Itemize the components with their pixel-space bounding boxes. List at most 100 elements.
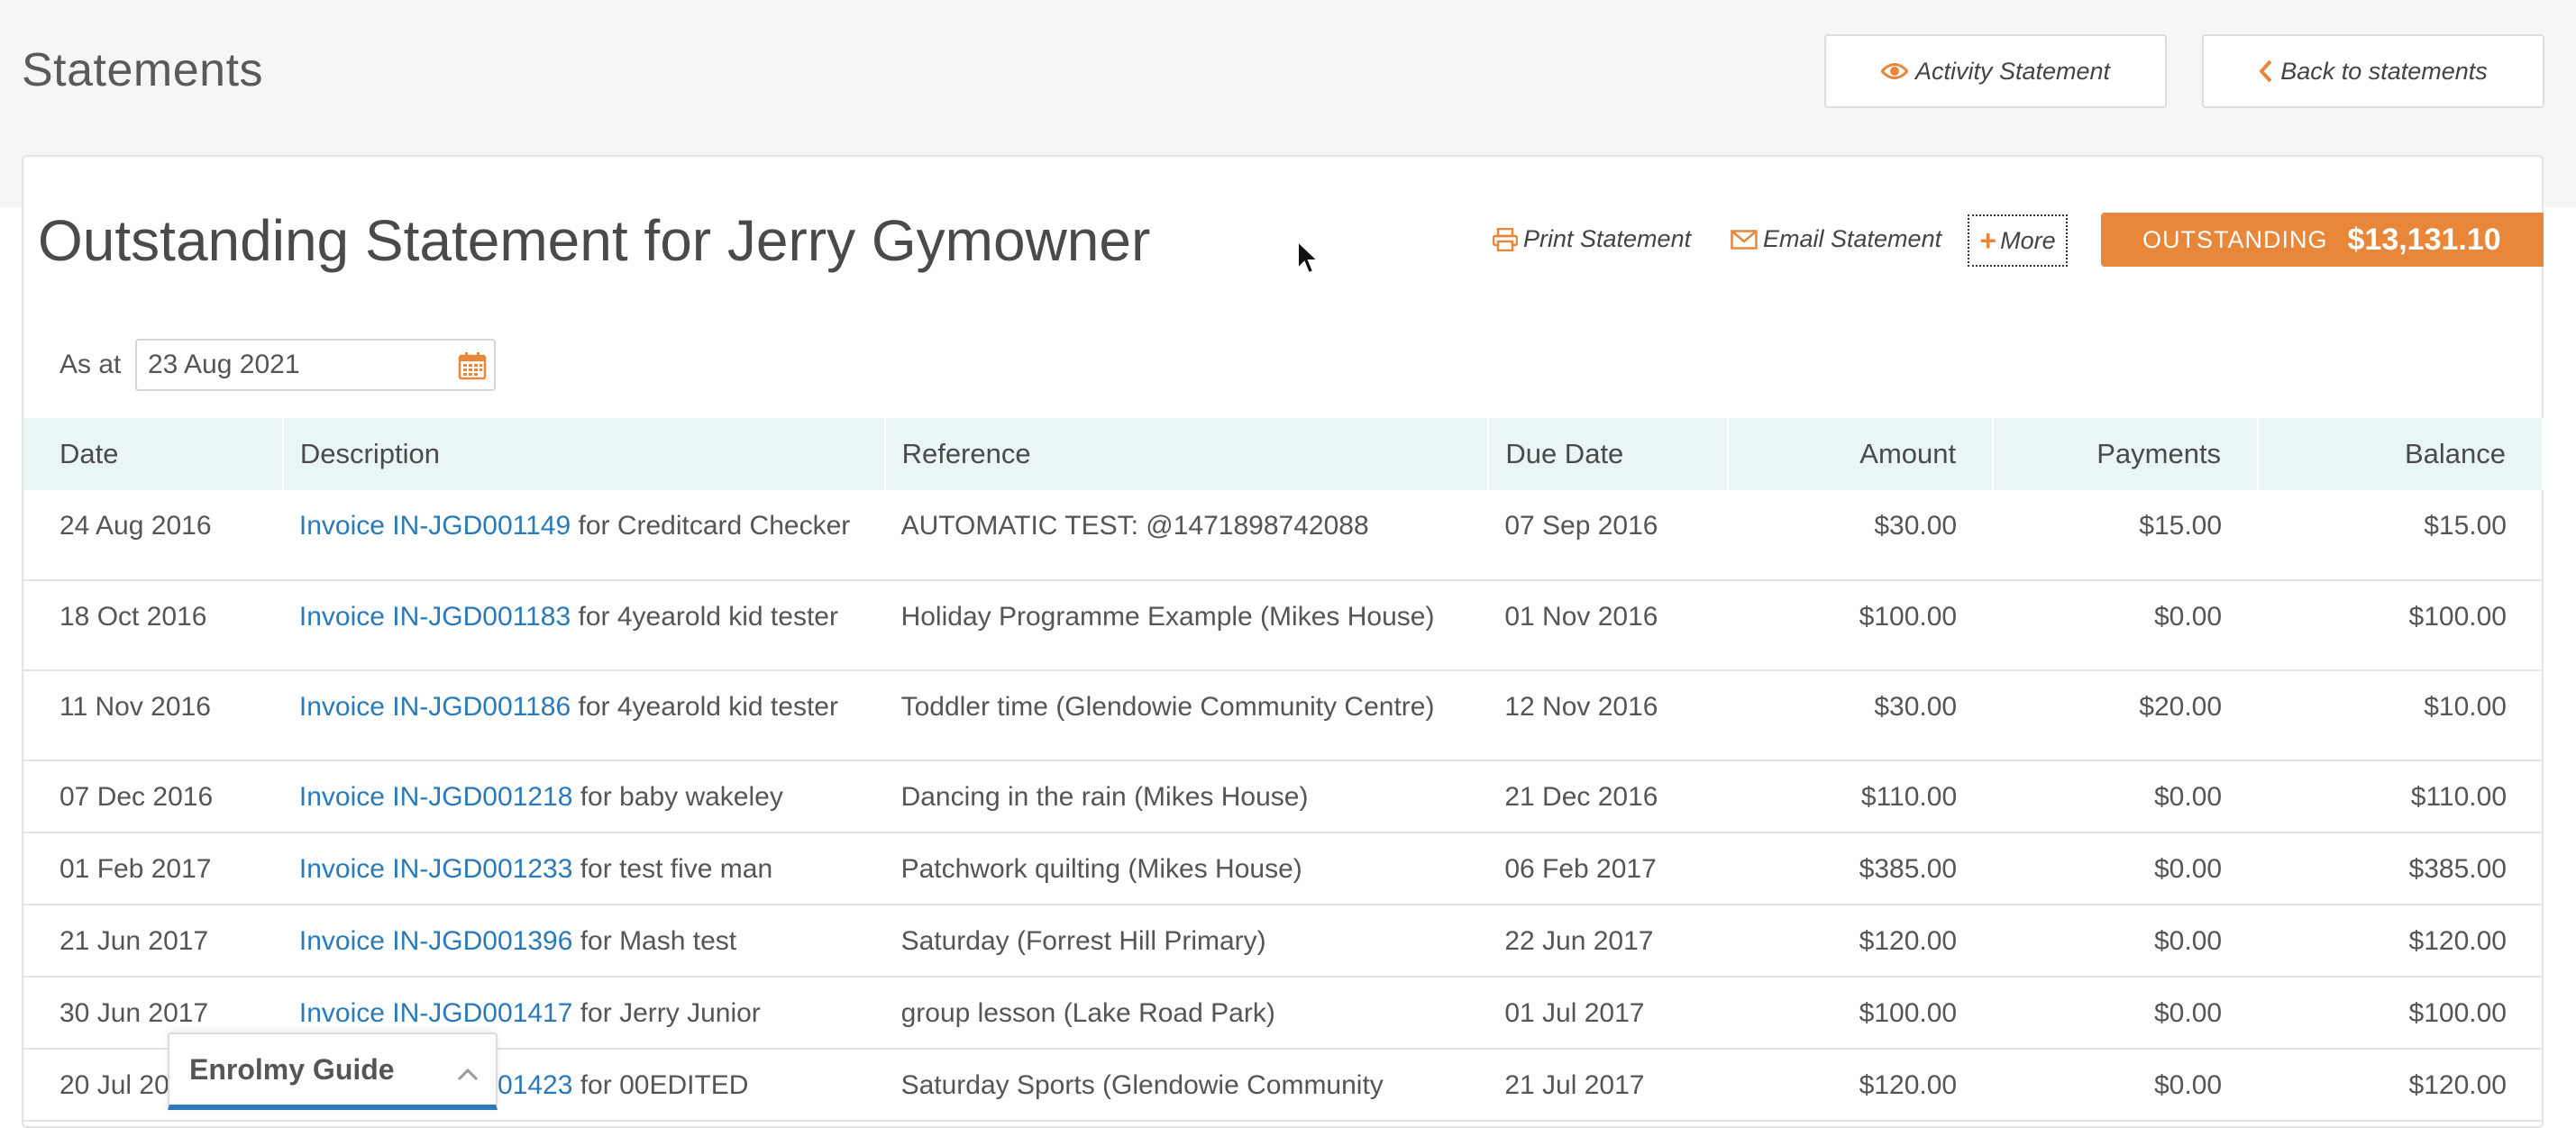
row-reference: Saturday Sports (Glendowie Community [884,1049,1489,1122]
row-description: Invoice IN-JGD001233 for test five man [282,832,885,905]
column-header-amount[interactable]: Amount [1728,418,1995,490]
row-balance: $120.00 [2258,905,2543,978]
row-amount: $110.00 [1728,760,1994,833]
row-balance: $110.00 [2258,760,2543,833]
row-amount: $385.00 [1728,832,1994,905]
column-header-description[interactable]: Description [282,418,886,490]
row-description-text: for 4yearold kid tester [571,692,838,722]
back-to-statements-button[interactable]: Back to statements [2202,34,2544,108]
invoice-link[interactable]: Invoice IN-JGD001233 [299,854,573,884]
row-description-text: for Jerry Junior [572,998,761,1028]
table-row: 21 Jun 2017 Invoice IN-JGD001396 for Mas… [23,905,2543,978]
row-due-date: 01 Jul 2017 [1488,977,1729,1050]
row-reference: Holiday Programme Example (Mikes House) [884,580,1489,671]
invoice-link[interactable]: Invoice IN-JGD001417 [299,998,573,1028]
mouse-cursor-icon [1296,239,1320,280]
column-header-reference[interactable]: Reference [884,418,1490,490]
invoice-link[interactable]: Invoice IN-JGD001218 [299,782,573,812]
column-header-payments[interactable]: Payments [1993,418,2260,490]
row-payments: $0.00 [1993,580,2259,671]
table-header-row: Date Description Reference Due Date Amou… [23,418,2544,490]
row-description-text: for Creditcard Checker [571,511,851,541]
row-balance: $100.00 [2258,977,2543,1050]
more-label: More [2000,226,2056,254]
row-due-date: 22 Jun 2017 [1488,905,1729,978]
print-statement-link[interactable]: Print Statement [1493,225,1691,253]
row-description-text: for test five man [572,854,773,884]
outstanding-label: OUTSTANDING [2142,225,2328,253]
row-description-text: for 00EDITED [572,1070,749,1100]
column-header-due-date[interactable]: Due Date [1488,418,1730,490]
outstanding-amount: $13,131.10 [2347,222,2501,257]
as-at-date-input[interactable]: 23 Aug 2021 [135,339,496,391]
row-due-date: 01 Nov 2016 [1488,580,1729,671]
row-payments: $20.00 [1993,670,2259,761]
page-title: Statements [22,44,264,96]
column-header-balance[interactable]: Balance [2258,418,2544,490]
row-amount: $30.00 [1728,670,1994,761]
row-date: 01 Feb 2017 [23,832,283,905]
row-payments: $0.00 [1993,977,2259,1050]
table-row: 18 Oct 2016 Invoice IN-JGD001183 for 4ye… [23,580,2543,671]
row-reference: Toddler time (Glendowie Community Centre… [884,670,1489,761]
row-reference: Saturday (Forrest Hill Primary) [884,905,1489,978]
statement-title: Outstanding Statement for Jerry Gymowner [38,208,1151,273]
invoice-link[interactable]: Invoice IN-JGD001149 [299,511,571,541]
eye-icon [1880,61,1908,81]
chevron-up-icon [456,1056,480,1089]
table-row: 11 Nov 2016 Invoice IN-JGD001186 for 4ye… [23,670,2543,761]
row-date: 11 Nov 2016 [23,670,283,761]
envelope-icon [1731,229,1758,250]
row-due-date: 21 Jul 2017 [1488,1049,1729,1122]
row-balance: $120.00 [2258,1049,2543,1122]
row-due-date: 07 Sep 2016 [1488,490,1729,581]
chevron-left-icon [2259,59,2273,83]
row-description: Invoice IN-JGD001396 for Mash test [282,905,885,978]
row-balance: $100.00 [2258,580,2543,671]
enrolmy-guide-tab[interactable]: Enrolmy Guide [168,1032,498,1110]
table-row: 24 Aug 2016 Invoice IN-JGD001149 for Cre… [23,490,2543,581]
table-row: 07 Dec 2016 Invoice IN-JGD001218 for bab… [23,760,2543,833]
row-balance: $385.00 [2258,832,2543,905]
row-description-text: for baby wakeley [572,782,783,812]
row-description: Invoice IN-JGD001186 for 4yearold kid te… [282,670,885,761]
invoice-link[interactable]: Invoice IN-JGD001186 [299,692,571,722]
print-statement-label: Print Statement [1523,225,1692,252]
column-header-date[interactable]: Date [23,418,284,490]
more-button[interactable]: + More [1968,214,2068,267]
as-at-label: As at [59,350,122,379]
row-due-date: 21 Dec 2016 [1488,760,1729,833]
row-description: Invoice IN-JGD001149 for Creditcard Chec… [282,490,885,581]
plus-icon: + [1979,223,1997,257]
row-reference: Patchwork quilting (Mikes House) [884,832,1489,905]
row-description-text: for 4yearold kid tester [571,602,838,632]
row-balance: $10.00 [2258,670,2543,761]
table-row: 01 Feb 2017 Invoice IN-JGD001233 for tes… [23,832,2543,905]
row-amount: $120.00 [1728,1049,1994,1122]
row-date: 18 Oct 2016 [23,580,283,671]
row-payments: $0.00 [1993,1049,2259,1122]
as-at-date-value: 23 Aug 2021 [148,350,300,379]
invoice-link[interactable]: Invoice IN-JGD001396 [299,926,573,956]
row-payments: $0.00 [1993,760,2259,833]
outstanding-badge: OUTSTANDING $13,131.10 [2101,213,2544,267]
row-payments: $15.00 [1993,490,2259,581]
row-due-date: 12 Nov 2016 [1488,670,1729,761]
email-statement-link[interactable]: Email Statement [1731,225,1941,253]
row-date: 24 Aug 2016 [23,490,283,581]
calendar-icon[interactable] [458,351,487,387]
activity-statement-button[interactable]: Activity Statement [1824,34,2167,108]
row-reference: AUTOMATIC TEST: @1471898742088 [884,490,1489,581]
row-amount: $100.00 [1728,580,1994,671]
row-reference: group lesson (Lake Road Park) [884,977,1489,1050]
row-description: Invoice IN-JGD001218 for baby wakeley [282,760,885,833]
enrolmy-guide-label: Enrolmy Guide [189,1052,395,1086]
row-amount: $100.00 [1728,977,1994,1050]
row-date: 21 Jun 2017 [23,905,283,978]
statement-table: Date Description Reference Due Date Amou… [23,418,2544,1122]
row-balance: $15.00 [2258,490,2543,581]
row-date: 07 Dec 2016 [23,760,283,833]
row-description: Invoice IN-JGD001183 for 4yearold kid te… [282,580,885,671]
row-amount: $30.00 [1728,490,1994,581]
invoice-link[interactable]: Invoice IN-JGD001183 [299,602,571,632]
